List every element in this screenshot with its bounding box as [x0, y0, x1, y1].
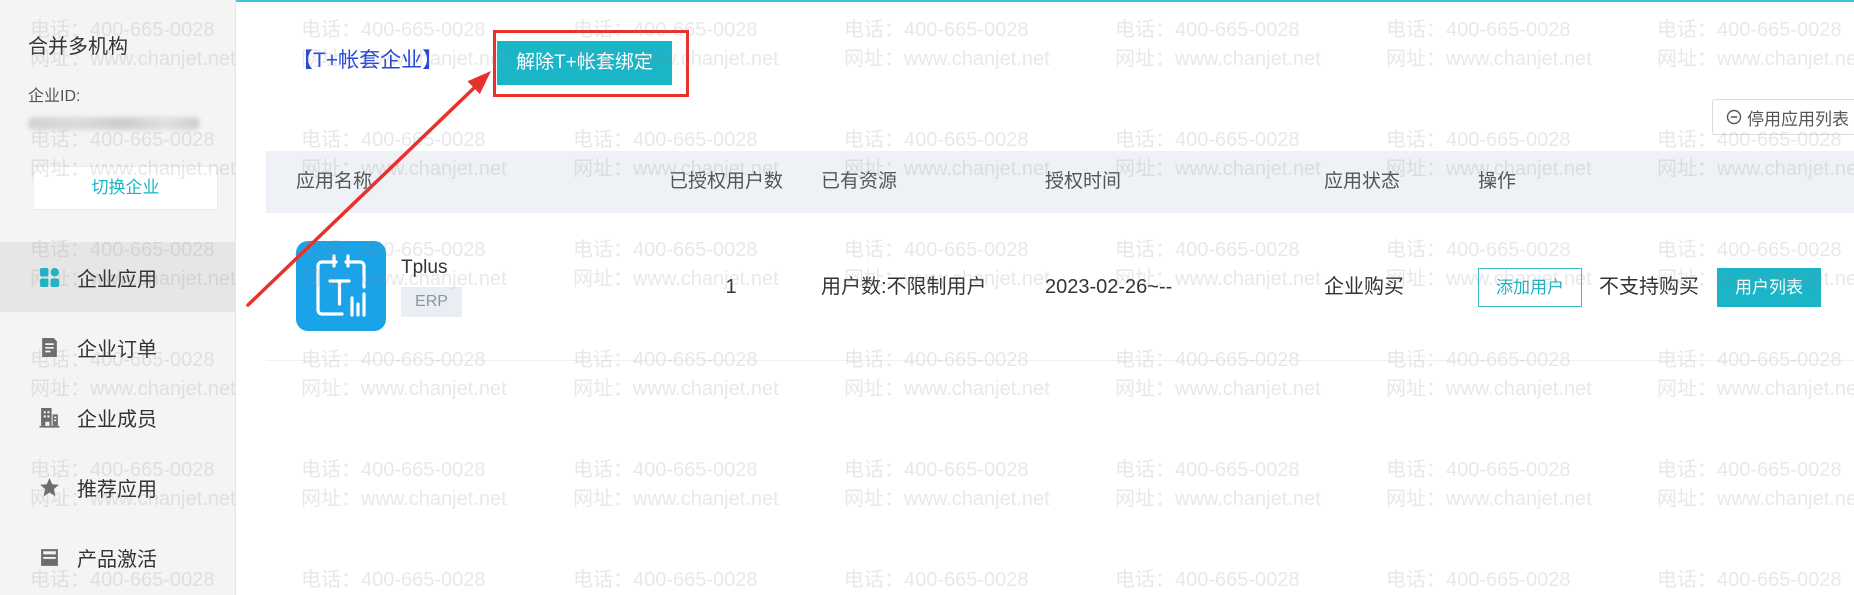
grid-icon — [39, 267, 60, 288]
sidebar-item-label: 推荐应用 — [77, 478, 157, 501]
sidebar: 合并多机构 企业ID: 切换企业 企业应用 企业订单 企业成员 推荐应用 产品激… — [0, 0, 236, 595]
org-title: 合并多机构 — [28, 36, 128, 58]
sidebar-item-enterprise-orders[interactable]: 企业订单 — [0, 312, 235, 382]
sidebar-item-enterprise-apps[interactable]: 企业应用 — [0, 242, 235, 312]
licensed-users-count: 1 — [725, 276, 737, 298]
table-row: Tplus ERP 1 用户数:不限制用户 2023-02-26~-- 企业购买… — [266, 213, 1854, 361]
star-icon — [39, 477, 60, 498]
column-header-auth-time: 授权时间 — [1045, 171, 1122, 192]
column-header-licensed-users: 已授权用户数 — [669, 171, 784, 192]
top-accent-line — [236, 0, 1854, 2]
app-category-badge: ERP — [401, 287, 462, 317]
disabled-apps-list-label: 停用应用列表 — [1747, 109, 1849, 129]
circle-minus-icon — [1726, 109, 1742, 125]
sidebar-item-product-activation[interactable]: 产品激活 — [0, 522, 235, 592]
sidebar-menu: 企业应用 企业订单 企业成员 推荐应用 产品激活 — [0, 242, 235, 592]
enterprise-id-value-redacted — [28, 117, 200, 130]
sidebar-item-enterprise-members[interactable]: 企业成员 — [0, 382, 235, 452]
sidebar-item-label: 企业订单 — [77, 338, 157, 361]
highlight-box — [493, 30, 689, 97]
sidebar-item-label: 企业应用 — [77, 268, 157, 291]
sidebar-item-label: 产品激活 — [77, 548, 157, 571]
purchase-unsupported-text: 不支持购买 — [1599, 276, 1699, 298]
column-header-app-name: 应用名称 — [296, 171, 373, 192]
switch-enterprise-button[interactable]: 切换企业 — [33, 166, 218, 210]
enterprise-id-label: 企业ID: — [28, 88, 81, 105]
tplus-app-icon — [296, 241, 386, 331]
sidebar-item-recommended-apps[interactable]: 推荐应用 — [0, 452, 235, 522]
resources-value: 用户数:不限制用户 — [821, 276, 987, 298]
table-header: 应用名称 已授权用户数 已有资源 授权时间 应用状态 操作 — [266, 151, 1854, 213]
column-header-actions: 操作 — [1478, 171, 1517, 192]
sidebar-item-label: 企业成员 — [77, 408, 157, 431]
column-header-status: 应用状态 — [1324, 171, 1401, 192]
company-type-tag: 【T+帐套企业】 — [292, 49, 444, 72]
add-user-button[interactable]: 添加用户 — [1478, 268, 1582, 307]
order-icon — [39, 337, 60, 358]
activation-icon — [39, 547, 60, 568]
disabled-apps-list-button[interactable]: 停用应用列表 — [1712, 99, 1854, 135]
app-name: Tplus — [401, 257, 448, 278]
auth-time-value: 2023-02-26~-- — [1045, 276, 1173, 298]
app-status-value: 企业购买 — [1324, 276, 1404, 298]
building-icon — [39, 407, 60, 428]
user-list-button[interactable]: 用户列表 — [1717, 268, 1821, 307]
main-content: 【T+帐套企业】 解除T+帐套绑定 停用应用列表 应用名称 已授权用户数 已有资… — [236, 0, 1854, 595]
column-header-resources: 已有资源 — [821, 171, 898, 192]
